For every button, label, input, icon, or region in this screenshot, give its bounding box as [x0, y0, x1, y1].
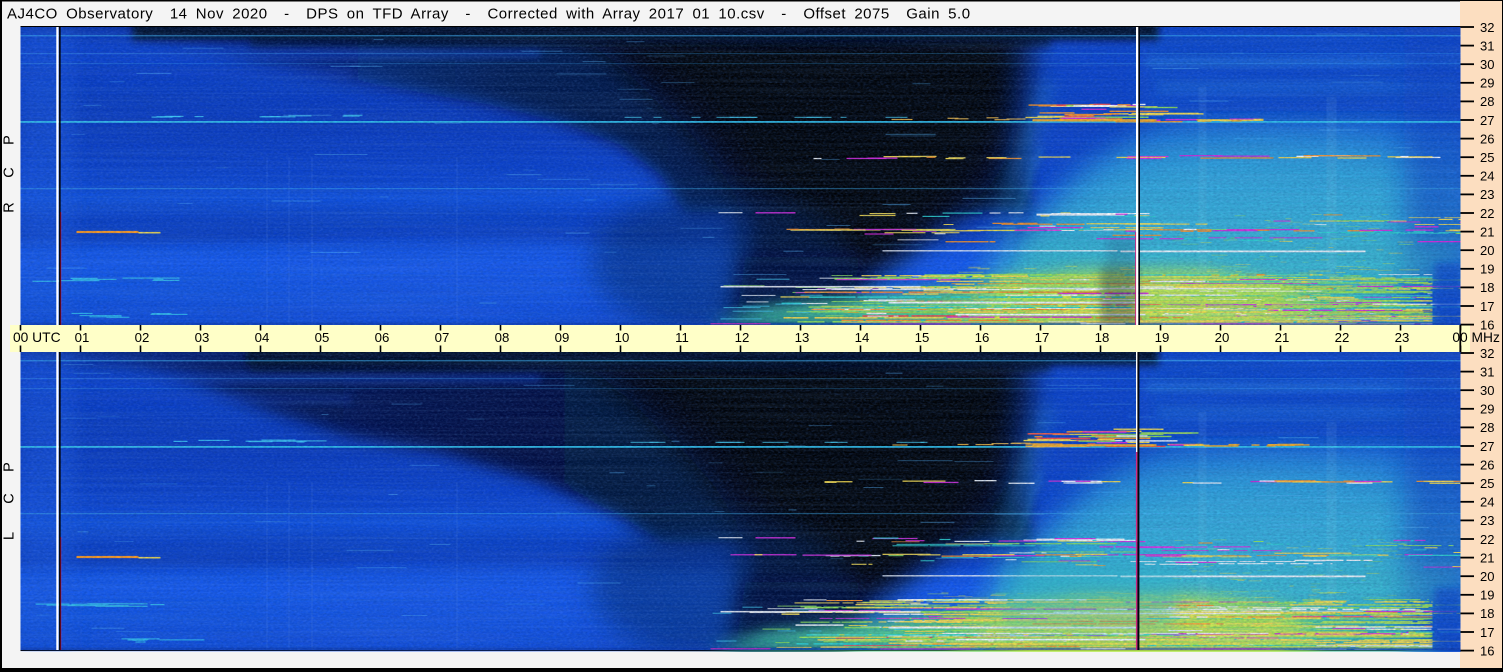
svg-text:13: 13	[795, 330, 810, 345]
svg-text:32: 32	[1480, 20, 1494, 35]
svg-text:12: 12	[735, 330, 750, 345]
svg-text:R: R	[2, 202, 18, 212]
svg-text:03: 03	[195, 330, 210, 345]
svg-text:29: 29	[1480, 76, 1494, 91]
svg-text:19: 19	[1480, 588, 1494, 603]
svg-text:C: C	[2, 167, 18, 177]
svg-text:21: 21	[1275, 330, 1290, 345]
svg-text:22: 22	[1335, 330, 1350, 345]
svg-text:20: 20	[1480, 243, 1494, 258]
svg-text:31: 31	[1480, 38, 1494, 53]
svg-text:28: 28	[1480, 94, 1494, 109]
svg-text:P: P	[2, 462, 18, 472]
svg-text:17: 17	[1480, 299, 1494, 314]
svg-text:11: 11	[675, 330, 689, 345]
svg-text:26: 26	[1480, 457, 1494, 472]
svg-text:24: 24	[1480, 169, 1494, 184]
svg-text:25: 25	[1480, 150, 1494, 165]
svg-text:17: 17	[1035, 330, 1050, 345]
svg-text:19: 19	[1155, 330, 1170, 345]
svg-text:L: L	[2, 532, 18, 540]
svg-text:02: 02	[135, 330, 150, 345]
svg-text:08: 08	[495, 330, 510, 345]
svg-text:21: 21	[1480, 224, 1494, 239]
svg-text:16: 16	[975, 330, 990, 345]
svg-text:23: 23	[1395, 330, 1410, 345]
svg-text:P: P	[2, 135, 18, 145]
svg-text:29: 29	[1480, 402, 1494, 417]
svg-text:20: 20	[1480, 569, 1494, 584]
svg-text:30: 30	[1480, 383, 1494, 398]
svg-text:14: 14	[855, 330, 870, 345]
svg-text:27: 27	[1480, 113, 1494, 128]
svg-text:24: 24	[1480, 495, 1494, 510]
svg-text:06: 06	[375, 330, 390, 345]
svg-text:19: 19	[1480, 262, 1494, 277]
svg-text:23: 23	[1480, 513, 1494, 528]
svg-text:05: 05	[315, 330, 330, 345]
svg-text:22: 22	[1480, 206, 1494, 221]
svg-text:17: 17	[1480, 625, 1494, 640]
svg-text:31: 31	[1480, 364, 1494, 379]
svg-text:22: 22	[1480, 532, 1494, 547]
svg-text:30: 30	[1480, 57, 1494, 72]
svg-text:01: 01	[75, 330, 90, 345]
svg-text:00 UTC: 00 UTC	[13, 330, 61, 345]
svg-text:23: 23	[1480, 187, 1494, 202]
svg-text:07: 07	[435, 330, 450, 345]
svg-text:18: 18	[1480, 280, 1494, 295]
svg-text:AJ4CO Observatory 14 Nov 2020: AJ4CO Observatory 14 Nov 2020 - DPS on T…	[7, 5, 971, 22]
svg-text:16: 16	[1480, 643, 1494, 658]
svg-text:32: 32	[1480, 346, 1494, 361]
svg-text:18: 18	[1480, 606, 1494, 621]
svg-text:25: 25	[1480, 476, 1494, 491]
svg-text:04: 04	[255, 330, 270, 345]
svg-text:27: 27	[1480, 439, 1494, 454]
svg-text:10: 10	[615, 330, 630, 345]
svg-text:18: 18	[1095, 330, 1110, 345]
svg-text:28: 28	[1480, 420, 1494, 435]
svg-text:26: 26	[1480, 131, 1494, 146]
svg-text:21: 21	[1480, 550, 1494, 565]
svg-text:15: 15	[915, 330, 930, 345]
svg-text:20: 20	[1215, 330, 1230, 345]
svg-text:16: 16	[1480, 317, 1494, 332]
svg-text:C: C	[2, 493, 18, 503]
svg-text:09: 09	[555, 330, 570, 345]
